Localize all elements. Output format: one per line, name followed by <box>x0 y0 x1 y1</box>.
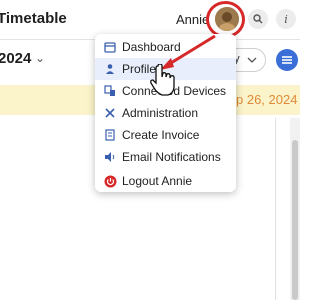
menu-item-administration[interactable]: Administration <box>95 102 236 124</box>
year-selector[interactable]: 2024 <box>0 50 31 67</box>
menu-item-logout[interactable]: Logout Annie <box>95 170 236 192</box>
hamburger-icon <box>282 56 292 64</box>
menu-button[interactable] <box>276 49 298 71</box>
chevron-down-icon <box>247 57 257 63</box>
page-title: Timetable <box>0 10 67 27</box>
menu-item-label: Logout Annie <box>122 174 193 188</box>
user-menu: Dashboard Profile Connected Devices Admi… <box>95 34 236 192</box>
menu-item-create-invoice[interactable]: Create Invoice <box>95 124 236 146</box>
menu-item-email-notifications[interactable]: Email Notifications <box>95 146 236 168</box>
chevron-down-icon[interactable]: ⌄ <box>35 51 45 65</box>
scrollbar-thumb[interactable] <box>292 140 298 300</box>
menu-item-label: Email Notifications <box>122 150 221 164</box>
search-button[interactable] <box>248 9 268 29</box>
person-icon <box>103 62 117 76</box>
grid-divider <box>275 118 276 300</box>
banner-date: p 26, 2024 <box>236 92 298 107</box>
menu-item-label: Create Invoice <box>122 128 200 142</box>
user-name[interactable]: Annie <box>176 12 209 27</box>
info-button[interactable]: i <box>276 9 296 29</box>
power-icon <box>103 174 117 188</box>
menu-item-label: Dashboard <box>122 40 181 54</box>
speaker-icon <box>103 150 117 164</box>
invoice-icon <box>103 128 117 142</box>
tools-icon <box>103 106 117 120</box>
menu-item-dashboard[interactable]: Dashboard <box>95 36 236 58</box>
search-icon <box>253 14 263 24</box>
menu-item-label: Administration <box>122 106 199 120</box>
devices-icon <box>103 84 117 98</box>
calendar-icon <box>103 40 117 54</box>
avatar-highlight-circle <box>206 1 245 38</box>
info-icon: i <box>284 12 288 26</box>
hand-cursor-icon <box>150 64 175 96</box>
